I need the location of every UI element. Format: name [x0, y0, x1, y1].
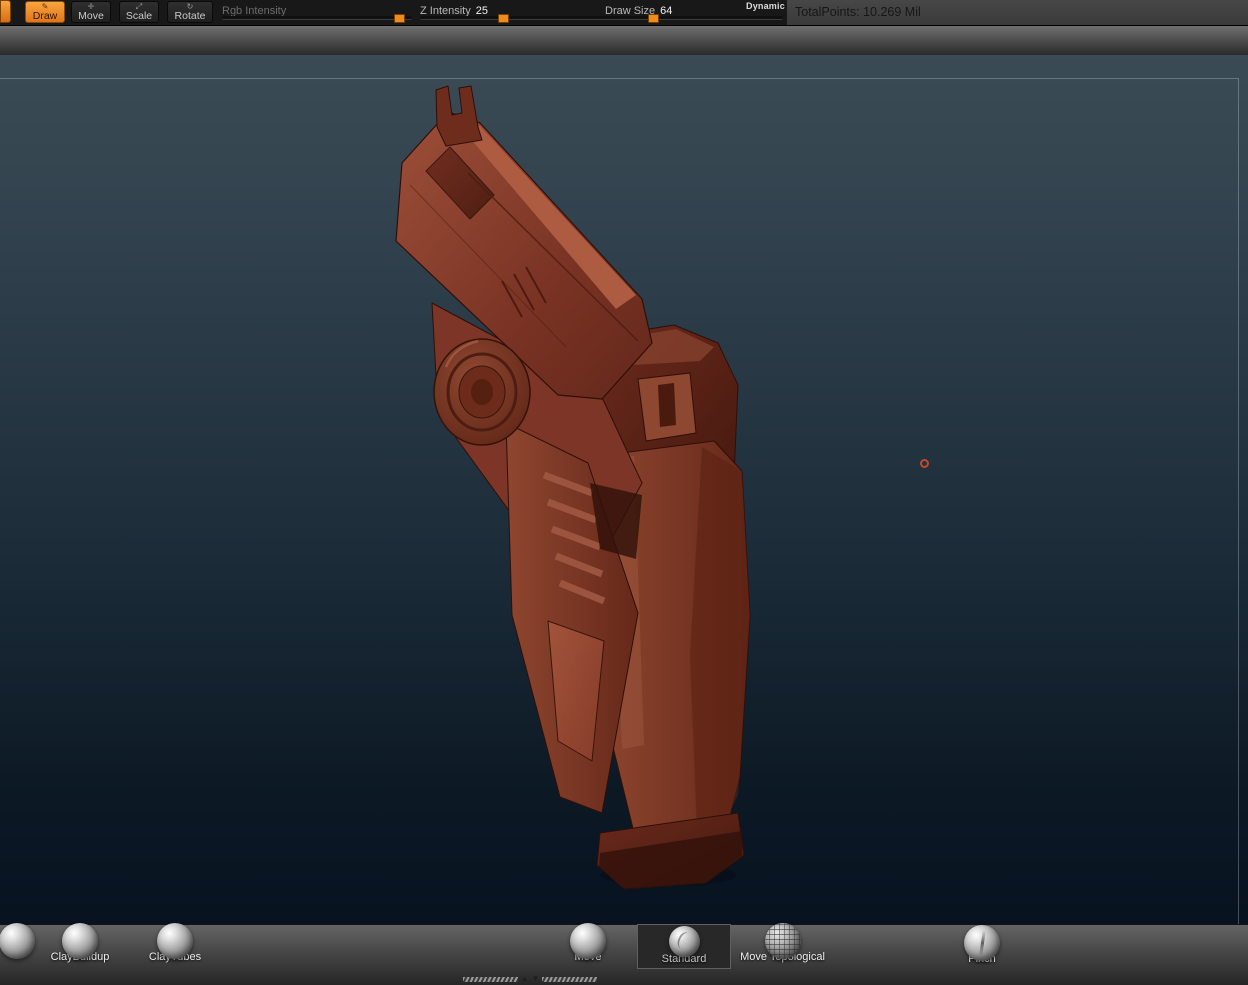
- draw-tool-button[interactable]: ✎ Draw: [25, 1, 65, 23]
- pinch-brush-icon: [964, 925, 1000, 961]
- move-tool-button[interactable]: ✛ Move: [71, 1, 111, 23]
- dynamic-toggle[interactable]: Dynamic: [746, 1, 785, 11]
- brush-move-topological[interactable]: Move Topological: [735, 923, 830, 963]
- claybuildup-brush-icon: [62, 923, 98, 959]
- scale-tool-button[interactable]: ⤢ Scale: [119, 1, 159, 23]
- collapse-up-icon[interactable]: ▲: [521, 975, 529, 983]
- brush-move[interactable]: Move: [543, 923, 633, 963]
- z-intensity-handle[interactable]: [498, 14, 509, 23]
- hatch-divider: [463, 976, 518, 982]
- rotate-tool-label: Rotate: [174, 9, 206, 22]
- z-intensity-slider[interactable]: Z Intensity 25: [420, 1, 612, 23]
- partial-brush-icon: [0, 923, 35, 959]
- brush-claytubes[interactable]: ClayTubes: [130, 923, 220, 963]
- hatch-divider: [542, 976, 597, 982]
- z-intensity-track[interactable]: [420, 16, 612, 20]
- top-toolbar: ✎ Draw ✛ Move ⤢ Scale ↻ Rotate Rgb Inten…: [0, 0, 1248, 26]
- draw-size-track[interactable]: [605, 16, 783, 20]
- standard-brush-icon: [668, 926, 700, 957]
- rgb-intensity-slider[interactable]: Rgb Intensity: [222, 1, 412, 23]
- move-topological-brush-icon: [764, 923, 801, 959]
- toolbar-divider-band: [0, 26, 1248, 55]
- draw-tool-label: Draw: [32, 9, 58, 22]
- clipped-button-fragment[interactable]: [0, 0, 11, 23]
- document-canvas[interactable]: [0, 55, 1248, 928]
- collapse-down-icon[interactable]: ▼: [532, 975, 540, 983]
- move-brush-icon: [570, 923, 606, 959]
- tray-collapse-control: ▲ ▼: [463, 974, 597, 984]
- brush-pinch[interactable]: Pinch: [937, 925, 1027, 965]
- total-points-label: TotalPoints: 10.269 Mil: [795, 5, 921, 19]
- rgb-intensity-track[interactable]: [222, 16, 412, 20]
- rotate-tool-button[interactable]: ↻ Rotate: [167, 1, 213, 23]
- brush-tray: ClayBuildup ClayTubes Move Standard Move…: [0, 923, 1248, 985]
- draw-size-handle[interactable]: [648, 14, 659, 23]
- sculpt-model-pistol[interactable]: [0, 55, 1248, 924]
- scale-tool-label: Scale: [125, 9, 153, 22]
- brush-claybuildup[interactable]: ClayBuildup: [35, 923, 125, 963]
- rgb-intensity-handle[interactable]: [394, 14, 405, 23]
- draw-cursor-ring: [920, 459, 929, 468]
- brush-standard-selected[interactable]: Standard: [637, 924, 731, 969]
- move-tool-label: Move: [78, 9, 104, 22]
- claytubes-brush-icon: [157, 923, 193, 959]
- status-bar: TotalPoints: 10.269 Mil: [787, 0, 1248, 25]
